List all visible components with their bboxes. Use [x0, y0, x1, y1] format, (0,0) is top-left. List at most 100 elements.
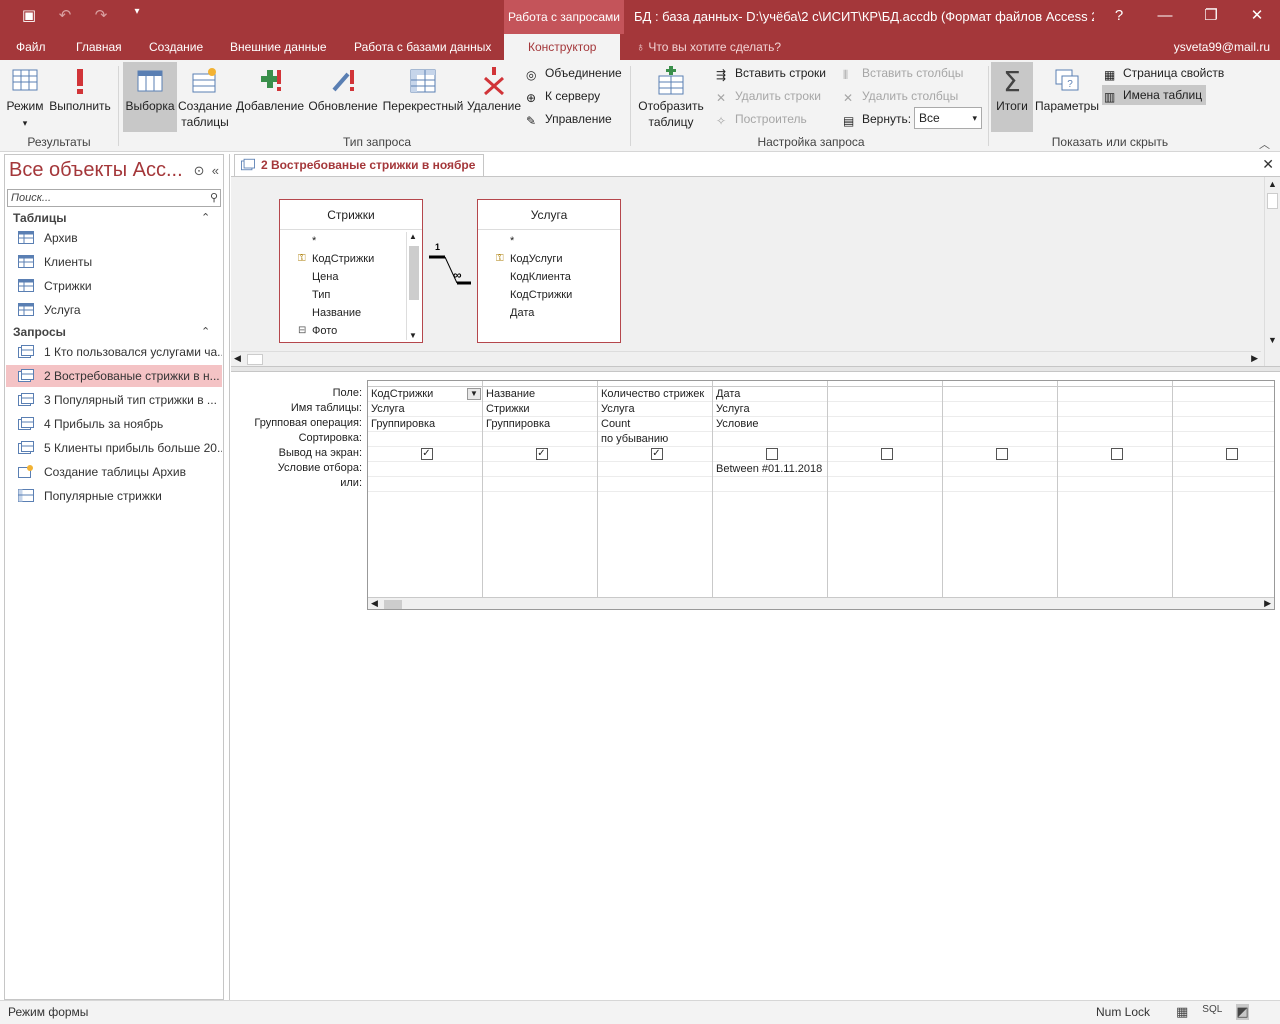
tab-create[interactable]: Создание: [149, 34, 203, 60]
collapse-ribbon-icon[interactable]: ︿: [1259, 136, 1270, 152]
nav-section-queries[interactable]: Запросы ⌃: [13, 325, 213, 339]
grid-cell-total[interactable]: [828, 417, 942, 432]
grid-cell-sort[interactable]: [713, 432, 827, 447]
grid-cell-criteria[interactable]: Between #01.11.2018: [713, 462, 827, 477]
nav-table-item[interactable]: Архив: [6, 227, 222, 249]
search-icon[interactable]: ⚲: [210, 190, 218, 206]
scroll-thumb[interactable]: [384, 600, 402, 609]
parameters-button[interactable]: ? Параметры: [1034, 62, 1100, 132]
grid-cell-total[interactable]: [943, 417, 1057, 432]
grid-cell-or[interactable]: [713, 477, 827, 492]
undo-icon[interactable]: ↶: [54, 6, 76, 24]
grid-cell-total[interactable]: Count: [598, 417, 712, 432]
grid-cell-field[interactable]: [943, 387, 1057, 402]
nav-table-item[interactable]: Клиенты: [6, 251, 222, 273]
show-checkbox[interactable]: [1225, 448, 1238, 460]
expand-field-icon[interactable]: ⊟: [298, 322, 306, 340]
nav-query-item-active[interactable]: 2 Востребованые стрижки в н...: [6, 365, 222, 387]
show-checkbox[interactable]: [880, 448, 893, 460]
field-list-title[interactable]: Стрижки: [280, 200, 422, 230]
collapse-section-icon[interactable]: ⌃: [201, 325, 210, 338]
grid-cell-total[interactable]: [1058, 417, 1172, 432]
show-checkbox[interactable]: ✓: [535, 448, 548, 460]
datasheet-view-icon[interactable]: ▦: [1176, 1004, 1188, 1020]
show-checkbox[interactable]: ✓: [420, 448, 433, 460]
pane-splitter[interactable]: [231, 366, 1280, 372]
grid-column[interactable]: [828, 381, 943, 597]
nav-collapse-icon[interactable]: «: [212, 163, 219, 178]
scroll-right-icon[interactable]: ▶: [1251, 353, 1258, 364]
union-button[interactable]: ◎ Объединение: [526, 64, 622, 82]
field-list-item[interactable]: *: [312, 232, 316, 250]
field-list-scrollbar[interactable]: ▲ ▼: [406, 232, 420, 340]
grid-cell-sort[interactable]: [483, 432, 597, 447]
field-list-table[interactable]: Услуга * ⚿ КодУслуги КодКлиента КодСтрижк…: [477, 199, 621, 343]
grid-cell-criteria[interactable]: [828, 462, 942, 477]
run-button[interactable]: Выполнить: [48, 62, 112, 132]
scroll-right-icon[interactable]: ▶: [1264, 598, 1271, 609]
field-list-item[interactable]: *: [510, 232, 514, 250]
return-select[interactable]: Все ▾: [914, 107, 982, 129]
diagram-horizontal-scrollbar[interactable]: ◀ ▶: [231, 351, 1261, 367]
nav-table-item[interactable]: Услуга: [6, 299, 222, 321]
append-button[interactable]: Добавление: [234, 62, 306, 132]
user-account[interactable]: ysveta99@mail.ru: [1174, 34, 1270, 60]
grid-cell-sort[interactable]: [1173, 432, 1274, 447]
grid-cell-table[interactable]: Услуга: [713, 402, 827, 417]
scroll-down-icon[interactable]: ▼: [1268, 335, 1277, 345]
grid-column[interactable]: [1173, 381, 1274, 597]
insert-rows-button[interactable]: ⇶ Вставить строки: [716, 64, 826, 82]
scroll-left-icon[interactable]: ◀: [234, 353, 241, 364]
grid-cell-table[interactable]: [1058, 402, 1172, 417]
grid-cell-field[interactable]: Название: [483, 387, 597, 402]
grid-cell-sort[interactable]: [1058, 432, 1172, 447]
grid-cell-criteria[interactable]: [1058, 462, 1172, 477]
customize-icon[interactable]: ▾: [126, 6, 148, 24]
chevron-down-icon[interactable]: ▼: [467, 388, 481, 400]
field-list-item[interactable]: КодКлиента: [510, 268, 571, 286]
grid-cell-sort[interactable]: [828, 432, 942, 447]
scroll-up-icon[interactable]: ▲: [1268, 179, 1277, 189]
scroll-thumb[interactable]: [247, 354, 263, 365]
grid-cell-or[interactable]: [1058, 477, 1172, 492]
crosstab-button[interactable]: Перекрестный: [381, 62, 465, 132]
tab-external-data[interactable]: Внешние данные: [230, 34, 327, 60]
minimize-button[interactable]: —: [1142, 0, 1188, 34]
tab-home[interactable]: Главная: [76, 34, 122, 60]
grid-cell-sort[interactable]: [943, 432, 1057, 447]
select-query-button[interactable]: Выборка: [123, 62, 177, 132]
field-list-item[interactable]: КодСтрижки: [510, 286, 572, 304]
grid-cell-field[interactable]: [1058, 387, 1172, 402]
view-button[interactable]: Режим ▾: [4, 62, 46, 132]
grid-cell-table[interactable]: Услуга: [368, 402, 482, 417]
grid-cell-field[interactable]: [1173, 387, 1274, 402]
field-list-item[interactable]: ⚿ КодСтрижки: [298, 250, 374, 268]
close-button[interactable]: ✕: [1234, 0, 1280, 34]
grid-column[interactable]: Дата Услуга Условие Between #01.11.2018: [713, 381, 828, 597]
show-checkbox[interactable]: [765, 448, 778, 460]
design-view-icon[interactable]: ◩: [1236, 1004, 1249, 1020]
show-checkbox[interactable]: [1110, 448, 1123, 460]
nav-pane-title[interactable]: Все объекты Acc...: [9, 159, 189, 182]
grid-cell-total[interactable]: Условие: [713, 417, 827, 432]
grid-cell-sort[interactable]: по убыванию: [598, 432, 712, 447]
grid-cell-total[interactable]: Группировка: [483, 417, 597, 432]
delete-rows-button[interactable]: ✕ Удалить строки: [716, 87, 821, 105]
grid-cell-or[interactable]: [828, 477, 942, 492]
grid-cell-or[interactable]: [1173, 477, 1274, 492]
grid-cell-total[interactable]: Группировка: [368, 417, 482, 432]
scroll-left-icon[interactable]: ◀: [371, 598, 378, 609]
diagram-vertical-scrollbar[interactable]: ▲ ▼: [1264, 177, 1280, 367]
grid-cell-table[interactable]: [943, 402, 1057, 417]
scroll-thumb[interactable]: [409, 246, 419, 300]
grid-cell-or[interactable]: [483, 477, 597, 492]
grid-cell-or[interactable]: [368, 477, 482, 492]
field-list-item[interactable]: Цена: [312, 268, 338, 286]
update-button[interactable]: Обновление: [307, 62, 379, 132]
grid-column[interactable]: Название Стрижки Группировка ✓: [483, 381, 598, 597]
grid-column[interactable]: КодСтрижки ▼ Услуга Группировка ✓: [368, 381, 483, 597]
grid-cell-total[interactable]: [1173, 417, 1274, 432]
field-list-table[interactable]: Стрижки * ⚿ КодСтрижки Цена Тип Название …: [279, 199, 423, 343]
tab-design[interactable]: Конструктор: [504, 34, 621, 60]
data-definition-button[interactable]: ✎ Управление: [526, 110, 612, 128]
